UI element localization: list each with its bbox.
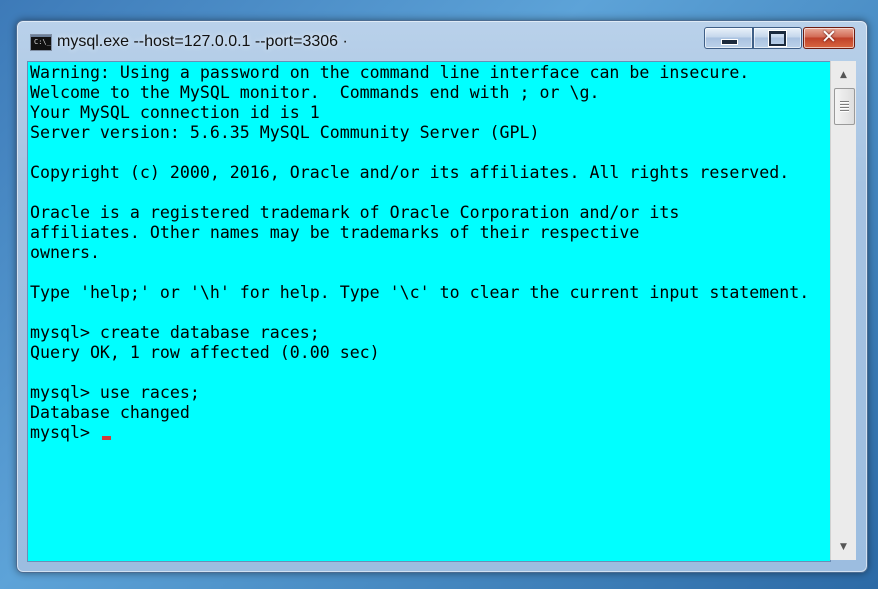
- console-line: Type 'help;' or '\h' for help. Type '\c'…: [30, 283, 810, 302]
- console-line: owners.: [30, 243, 100, 262]
- console-prompt-line[interactable]: mysql>: [30, 423, 809, 443]
- title-bar[interactable]: C:\_ mysql.exe --host=127.0.0.1 --port=3…: [17, 21, 867, 61]
- console-line: mysql> use races;: [30, 383, 200, 402]
- scroll-thumb-grip: [840, 101, 849, 102]
- close-button[interactable]: ✕: [803, 26, 855, 49]
- console-prompt: mysql>: [30, 423, 100, 442]
- console-line: Warning: Using a password on the command…: [30, 63, 750, 82]
- console-line: Database changed: [30, 403, 190, 422]
- console-line: Query OK, 1 row affected (0.00 sec): [30, 343, 380, 362]
- console-app-icon[interactable]: C:\_: [30, 34, 52, 51]
- console-text: Warning: Using a password on the command…: [30, 63, 809, 443]
- vertical-scrollbar[interactable]: ▲ ▼: [830, 61, 856, 560]
- console-output-area[interactable]: Warning: Using a password on the command…: [27, 61, 831, 562]
- minimize-button[interactable]: [704, 27, 753, 49]
- maximize-icon: [768, 30, 787, 47]
- maximize-button[interactable]: [753, 27, 802, 49]
- console-line: Server version: 5.6.35 MySQL Community S…: [30, 123, 540, 142]
- desktop-background: C:\_ mysql.exe --host=127.0.0.1 --port=3…: [0, 0, 878, 589]
- console-line: Oracle is a registered trademark of Orac…: [30, 203, 680, 222]
- minimize-icon: [721, 39, 738, 45]
- console-window[interactable]: C:\_ mysql.exe --host=127.0.0.1 --port=3…: [16, 20, 868, 573]
- console-line: Welcome to the MySQL monitor. Commands e…: [30, 83, 600, 102]
- scroll-down-arrow-icon[interactable]: ▼: [831, 537, 856, 557]
- console-app-icon-glyph: C:\_: [34, 38, 51, 46]
- close-icon: ✕: [821, 26, 837, 48]
- console-line: affiliates. Other names may be trademark…: [30, 223, 640, 242]
- console-line: mysql> create database races;: [30, 323, 320, 342]
- scroll-thumb-grip: [840, 110, 849, 111]
- scroll-thumb-grip: [840, 104, 849, 105]
- console-line: Your MySQL connection id is 1: [30, 103, 320, 122]
- scroll-thumb-grip: [840, 107, 849, 108]
- window-title: mysql.exe --host=127.0.0.1 --port=3306 ·: [57, 33, 348, 50]
- console-line: Copyright (c) 2000, 2016, Oracle and/or …: [30, 163, 790, 182]
- scroll-thumb[interactable]: [834, 88, 855, 125]
- scroll-up-arrow-icon[interactable]: ▲: [831, 65, 856, 85]
- text-cursor: [101, 436, 111, 440]
